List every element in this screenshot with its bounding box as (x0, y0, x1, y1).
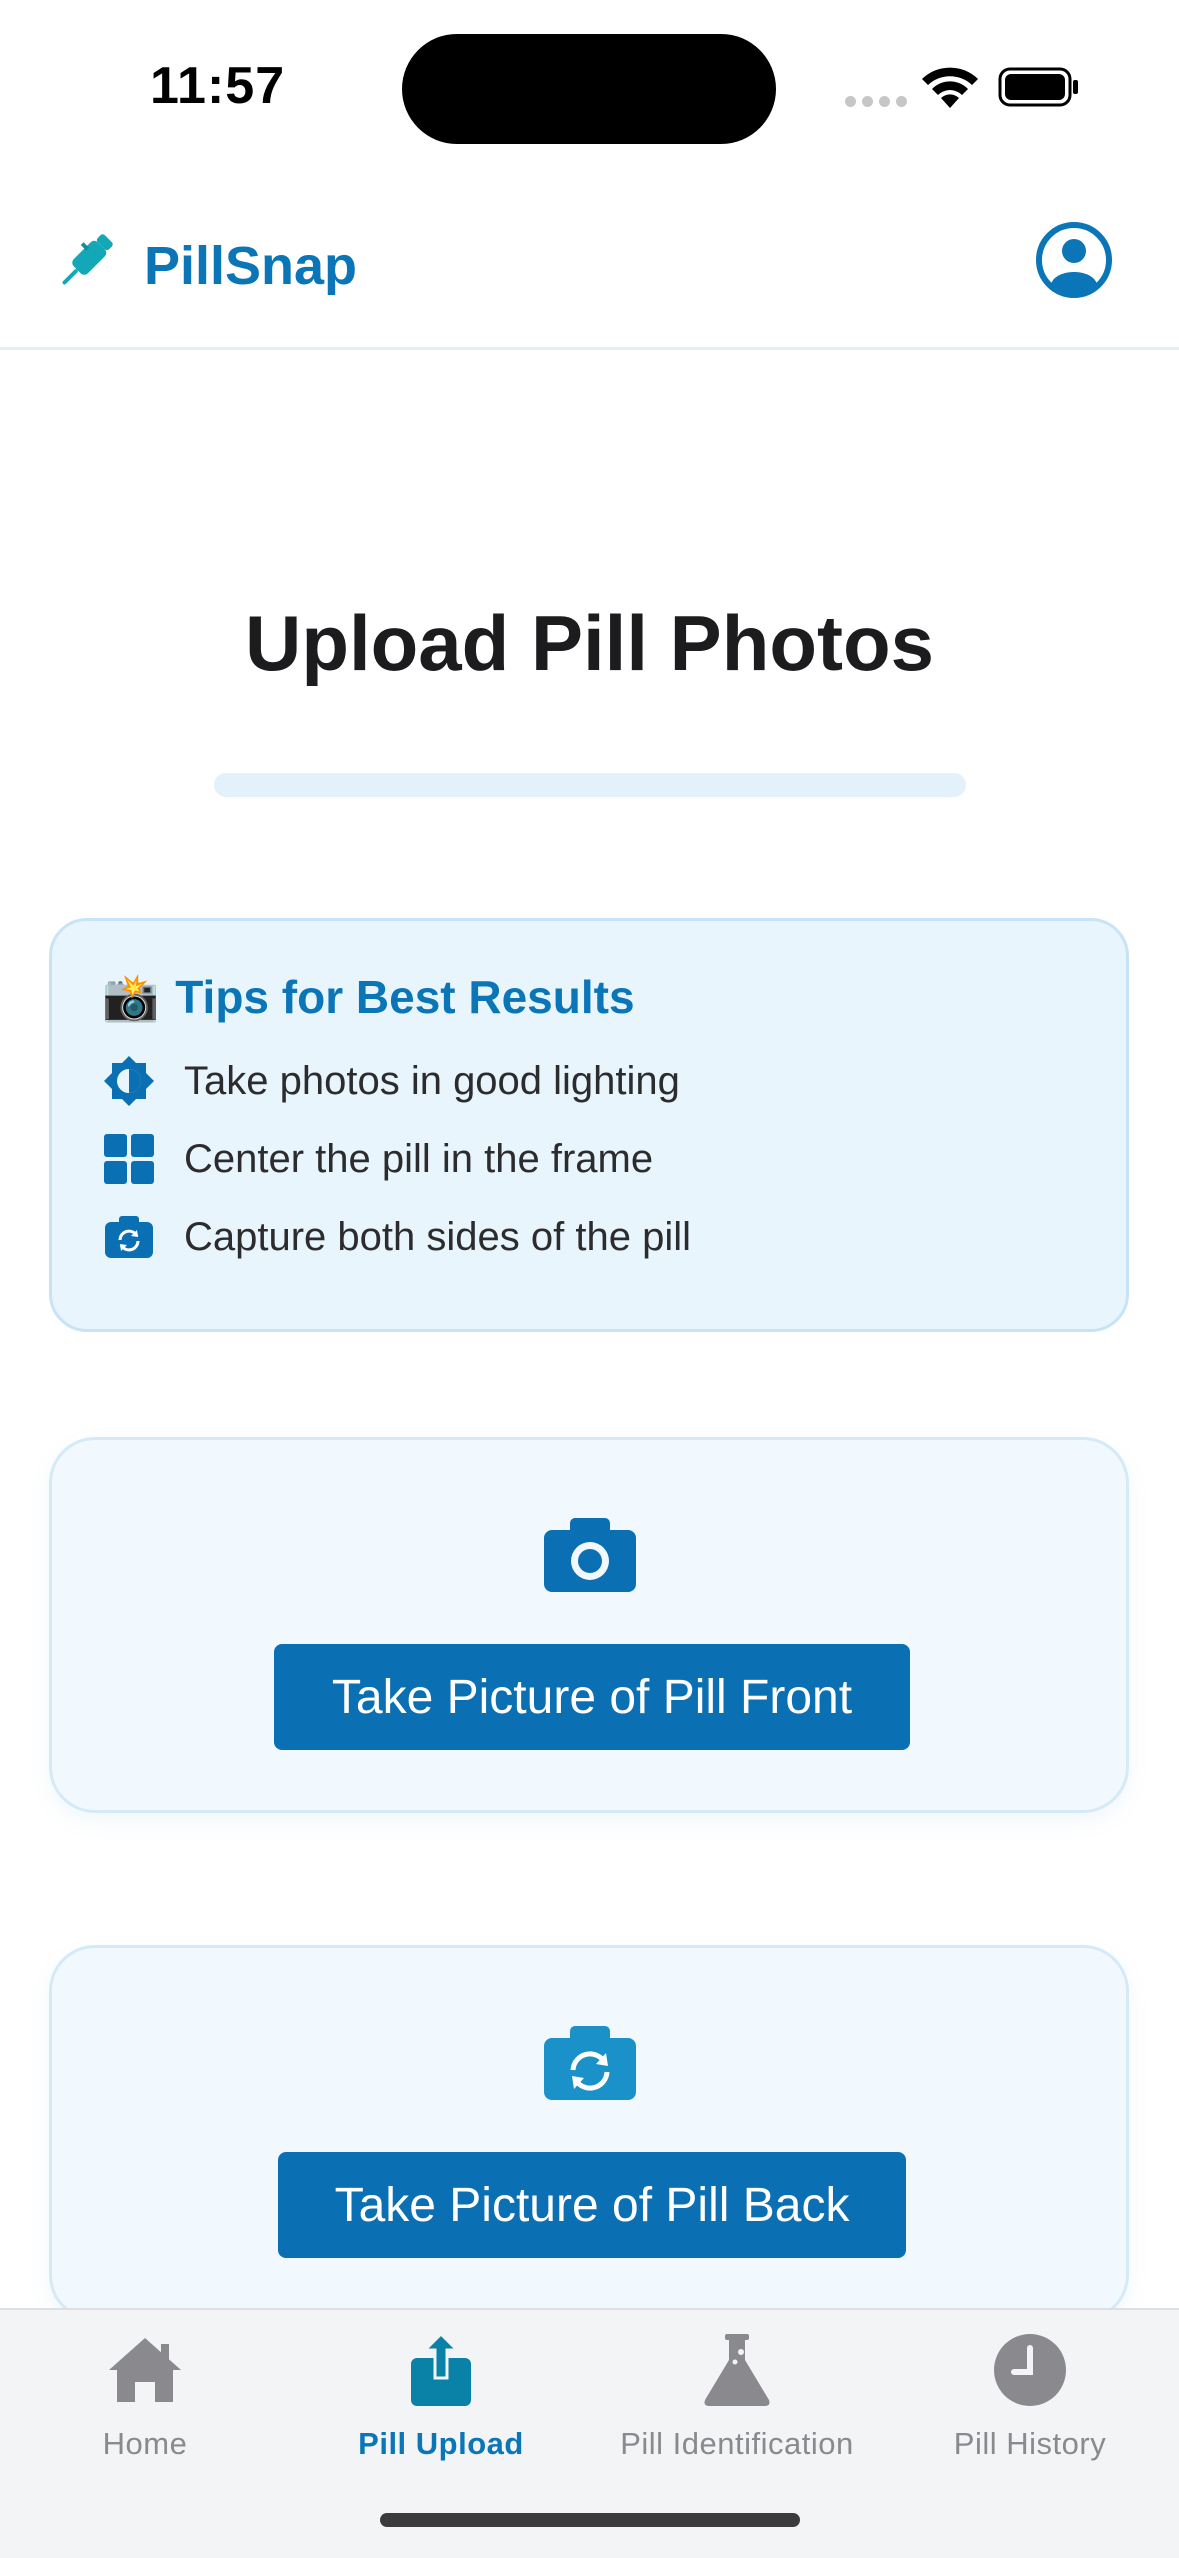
tab-home-label: Home (102, 2426, 188, 2461)
brightness-icon (104, 1056, 154, 1106)
camera-flip-icon (544, 2026, 636, 2100)
dynamic-island (402, 34, 776, 144)
tip-item: Take photos in good lighting (102, 1051, 680, 1111)
tab-home[interactable]: Home (5, 2330, 285, 2470)
app-name[interactable]: PillSnap (144, 235, 357, 297)
tip-text: Center the pill in the frame (184, 1136, 654, 1181)
front-photo-card: Take Picture of Pill Front (49, 1437, 1129, 1813)
upload-progress-bar (214, 773, 966, 797)
page-title: Upload Pill Photos (244, 599, 934, 687)
tips-card: 📸 Tips for Best Results Take photos in g… (49, 918, 1129, 1332)
grid-icon (104, 1134, 154, 1184)
profile-icon[interactable] (1034, 220, 1114, 300)
home-icon (109, 2338, 181, 2402)
cellular-signal-icon (845, 94, 913, 112)
camera-flip-icon (105, 1216, 153, 1258)
tab-pill-history[interactable]: Pill History (890, 2330, 1170, 2470)
camera-flash-emoji: 📸 (102, 970, 160, 1023)
back-photo-card: Take Picture of Pill Back (49, 1945, 1129, 2321)
syringe-logo-icon (62, 234, 113, 285)
take-front-picture-button[interactable]: Take Picture of Pill Front (274, 1644, 910, 1750)
tab-pill-identification[interactable]: Pill Identification (597, 2330, 877, 2470)
status-bar: 11:57 (0, 0, 1179, 180)
tab-pill-history-label: Pill History (953, 2426, 1107, 2461)
app-header: PillSnap (0, 195, 1179, 350)
tab-pill-identification-label: Pill Identification (620, 2426, 854, 2461)
status-time: 11:57 (150, 57, 286, 115)
battery-icon (998, 67, 1078, 107)
take-back-picture-button[interactable]: Take Picture of Pill Back (278, 2152, 906, 2258)
camera-icon (544, 1518, 636, 1592)
tip-item: Center the pill in the frame (102, 1129, 653, 1189)
home-indicator (380, 2513, 800, 2527)
tip-item: Capture both sides of the pill (102, 1207, 691, 1267)
tips-heading: 📸 Tips for Best Results (102, 967, 635, 1027)
tips-heading-text: Tips for Best Results (175, 971, 635, 1023)
tab-pill-upload[interactable]: Pill Upload (301, 2330, 581, 2470)
tip-text: Capture both sides of the pill (184, 1214, 691, 1259)
tip-text: Take photos in good lighting (184, 1058, 680, 1103)
flask-icon (704, 2334, 770, 2406)
wifi-icon (922, 67, 978, 108)
clock-icon (994, 2334, 1066, 2406)
upload-icon (411, 2331, 471, 2406)
tab-pill-upload-label: Pill Upload (358, 2426, 524, 2461)
